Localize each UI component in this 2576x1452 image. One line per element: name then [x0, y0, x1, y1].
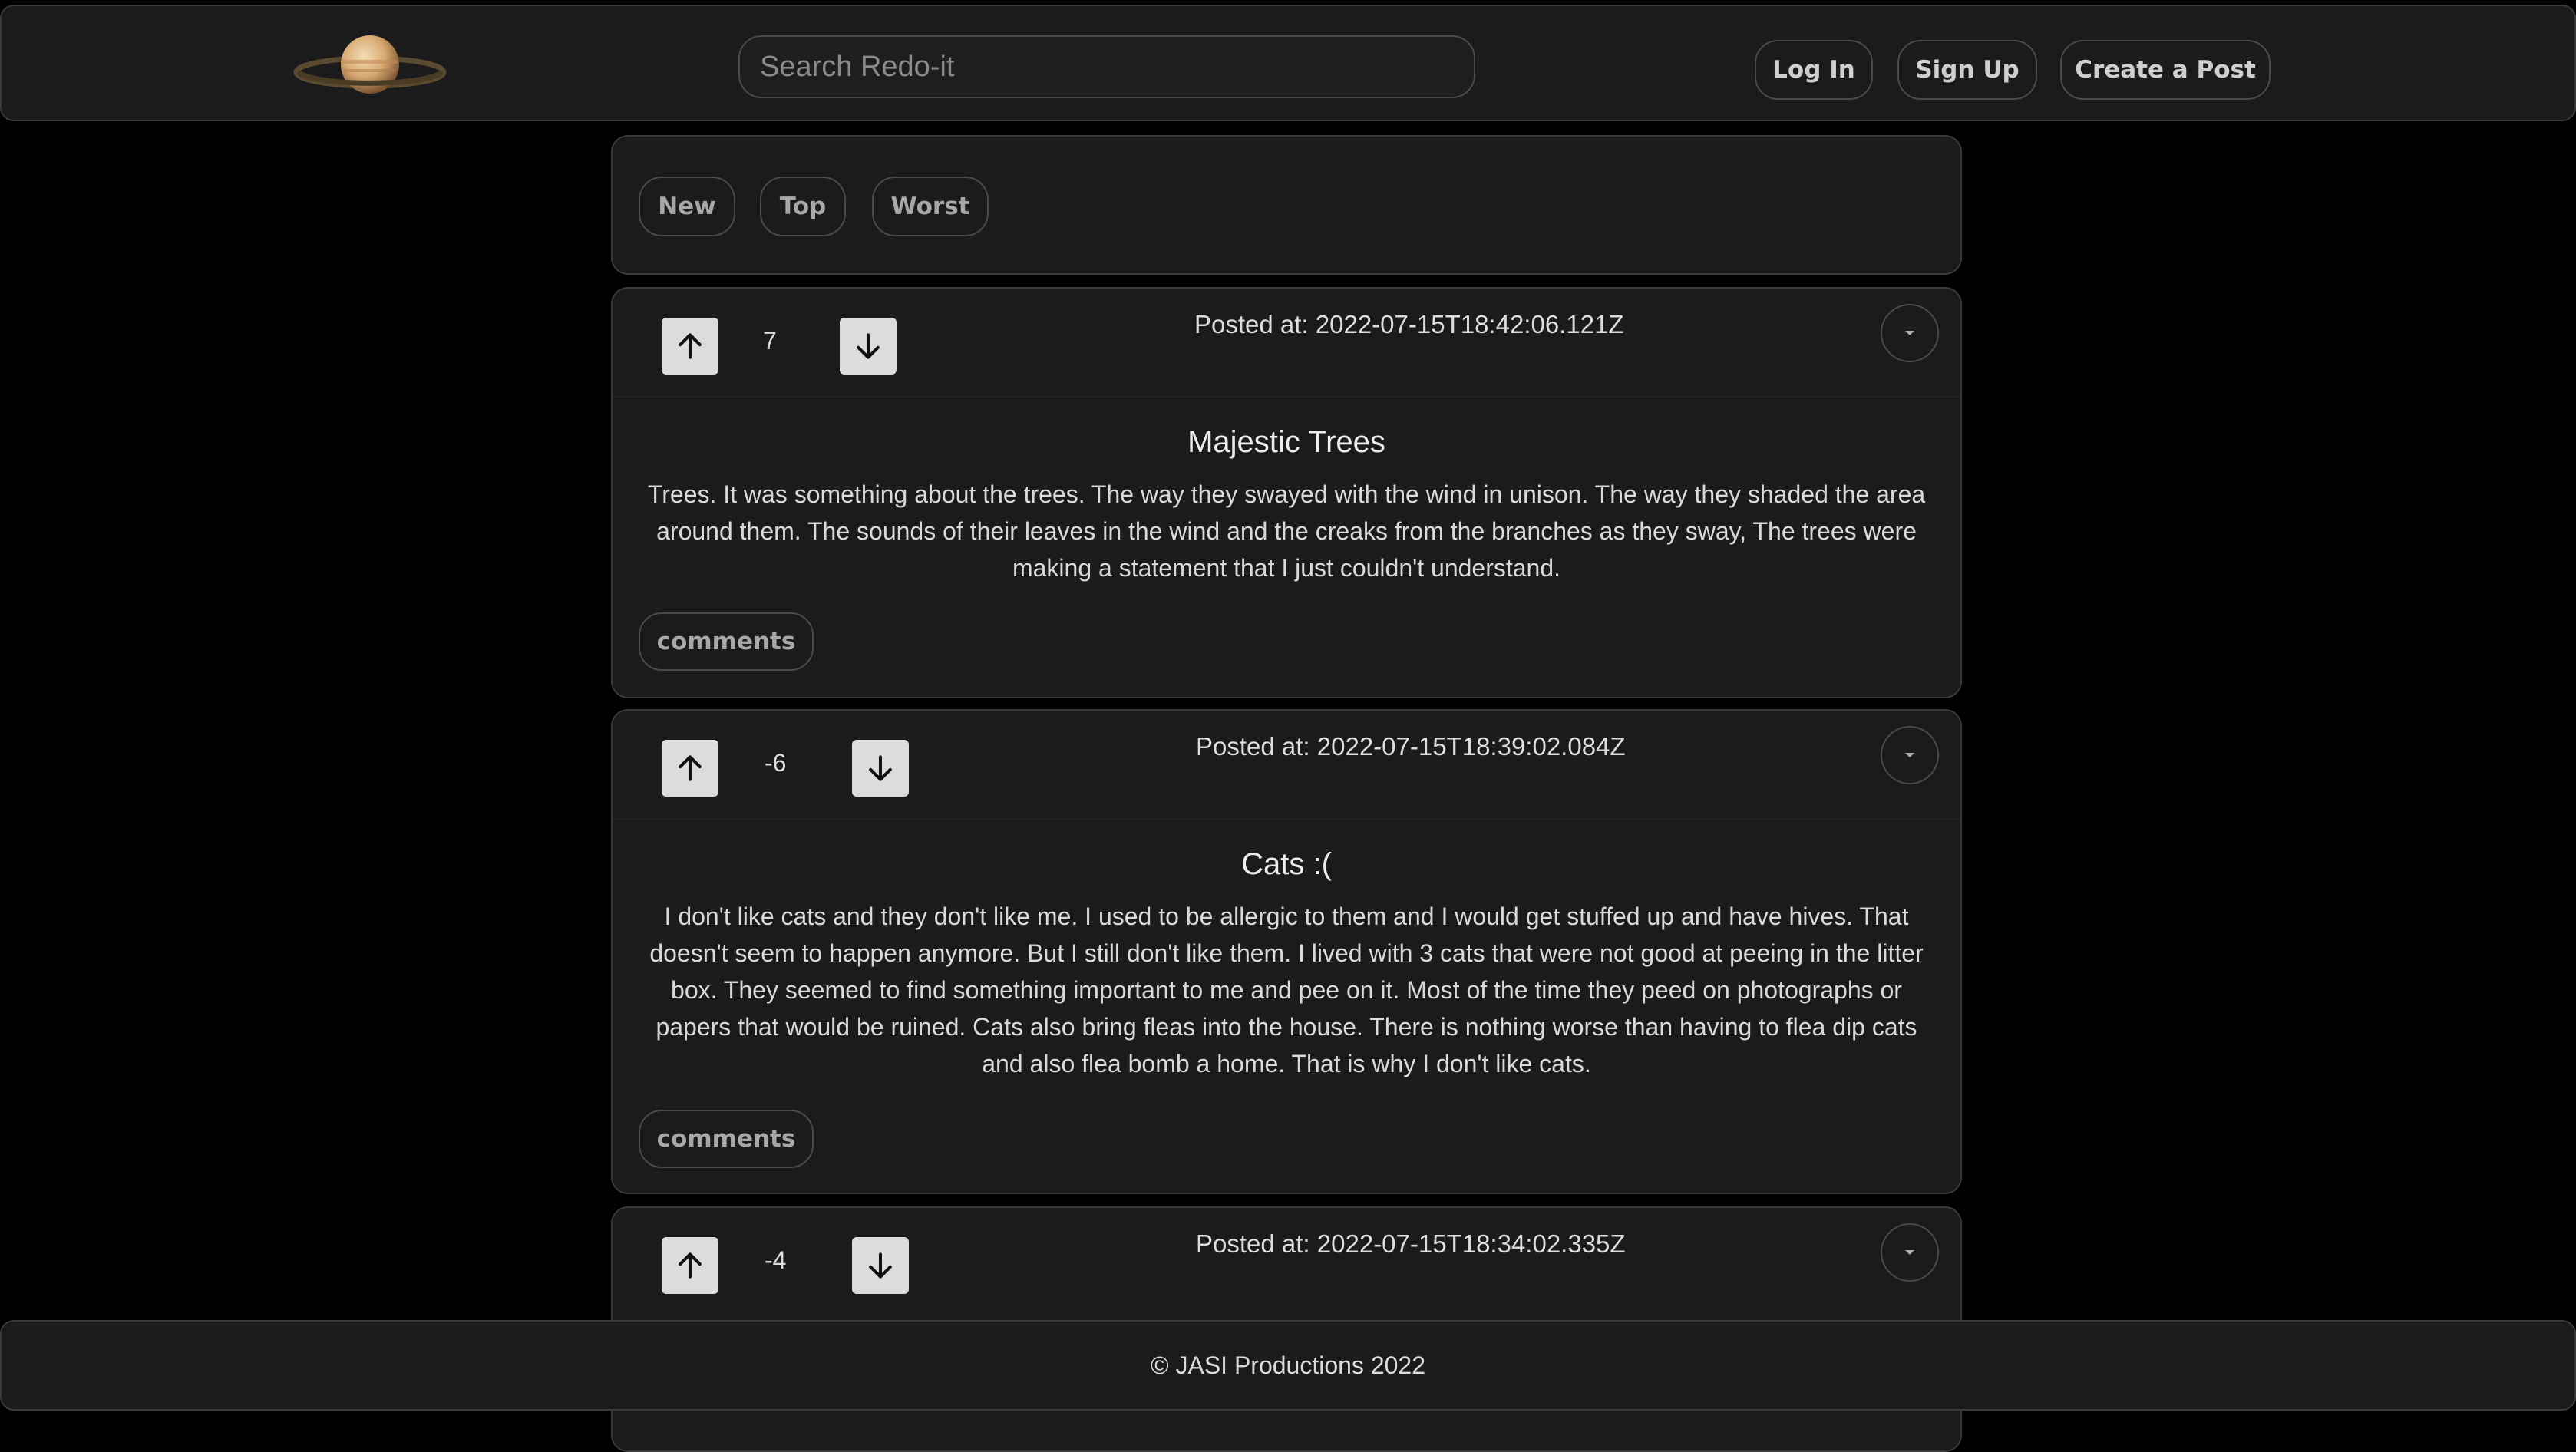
- post-card: 7 Posted at: 2022-07-15T18:42:06.121Z Ma…: [611, 287, 1962, 698]
- create-post-button[interactable]: Create a Post: [2060, 40, 2271, 100]
- vote-score: -4: [765, 1246, 787, 1274]
- post-body: Trees. It was something about the trees.…: [647, 480, 1926, 582]
- downvote-button[interactable]: [840, 318, 897, 375]
- post-divider: [613, 396, 1960, 398]
- comments-button[interactable]: comments: [639, 612, 814, 671]
- upvote-button[interactable]: [662, 1237, 718, 1294]
- post-timestamp: Posted at: 2022-07-15T18:42:06.121Z: [1194, 310, 1624, 338]
- search-input[interactable]: [738, 35, 1475, 98]
- post-menu-button[interactable]: [1881, 304, 1939, 362]
- comments-button[interactable]: comments: [639, 1110, 814, 1168]
- sort-bar: New Top Worst: [611, 135, 1962, 275]
- arrow-up-icon: [679, 333, 702, 359]
- post-menu-button[interactable]: [1881, 726, 1939, 784]
- post-timestamp: Posted at: 2022-07-15T18:39:02.084Z: [1196, 732, 1626, 761]
- vote-score: 7: [763, 327, 777, 355]
- sort-worst-button[interactable]: Worst: [872, 177, 989, 236]
- arrow-down-icon: [869, 755, 892, 781]
- caret-down-icon: [1905, 331, 1914, 335]
- post-divider: [613, 818, 1960, 820]
- vote-score: -6: [765, 749, 787, 777]
- top-navbar: Log In Sign Up Create a Post: [0, 5, 2576, 121]
- upvote-button[interactable]: [662, 740, 718, 797]
- arrow-up-icon: [679, 755, 702, 781]
- login-button[interactable]: Log In: [1755, 40, 1873, 100]
- saturn-logo-icon[interactable]: [293, 29, 447, 106]
- footer-copyright: © JASI Productions 2022: [1151, 1351, 1425, 1379]
- upvote-button[interactable]: [662, 318, 718, 375]
- post-menu-button[interactable]: [1881, 1223, 1939, 1282]
- downvote-button[interactable]: [852, 740, 909, 797]
- downvote-button[interactable]: [852, 1237, 909, 1294]
- post-timestamp: Posted at: 2022-07-15T18:34:02.335Z: [1196, 1229, 1626, 1258]
- arrow-down-icon: [857, 333, 880, 359]
- post-title: Majestic Trees: [1187, 425, 1385, 459]
- post-title: Cats :(: [1241, 847, 1332, 881]
- arrow-down-icon: [869, 1252, 892, 1279]
- post-body: I don't like cats and they don't like me…: [649, 903, 1924, 1077]
- signup-button[interactable]: Sign Up: [1897, 40, 2037, 100]
- sort-top-button[interactable]: Top: [760, 177, 846, 236]
- footer: © JASI Productions 2022: [0, 1320, 2576, 1411]
- arrow-up-icon: [679, 1252, 702, 1279]
- sort-new-button[interactable]: New: [639, 177, 735, 236]
- caret-down-icon: [1905, 753, 1914, 757]
- post-card: -6 Posted at: 2022-07-15T18:39:02.084Z C…: [611, 709, 1962, 1194]
- caret-down-icon: [1905, 1250, 1914, 1255]
